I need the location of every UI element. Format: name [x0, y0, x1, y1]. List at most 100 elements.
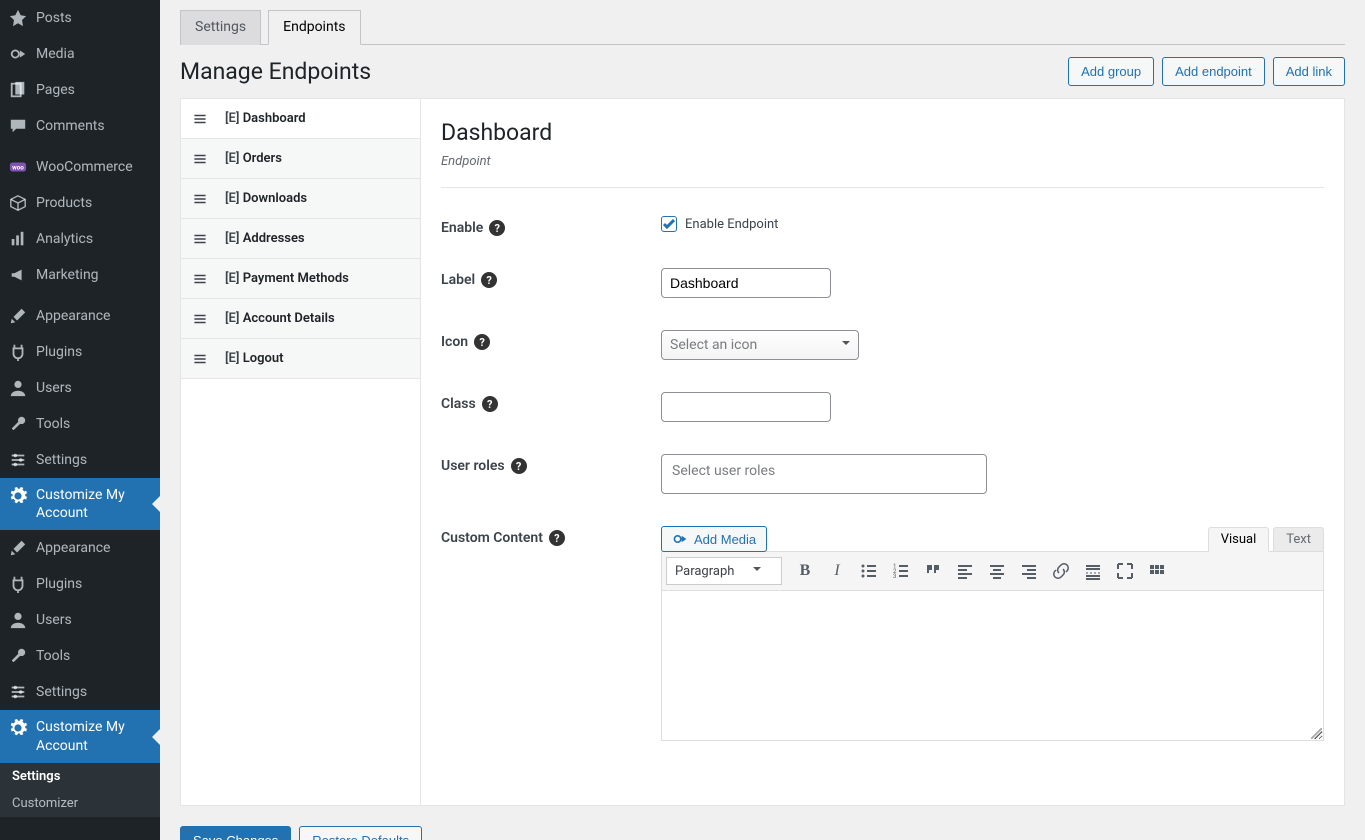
icon-select[interactable]: Select an icon	[661, 330, 859, 360]
help-icon[interactable]: ?	[549, 530, 565, 546]
user-icon	[8, 610, 28, 630]
box-icon	[8, 193, 28, 213]
sidebar-item-tools-2[interactable]: Tools	[0, 638, 160, 674]
drag-handle-icon[interactable]	[193, 152, 207, 166]
sidebar-submenu: Settings Customizer	[0, 763, 160, 817]
toolbar-toggle-button[interactable]	[1142, 556, 1172, 586]
sidebar-item-customize-my-account-2[interactable]: Customize My Account	[0, 710, 160, 762]
help-icon[interactable]: ?	[481, 272, 497, 288]
sidebar-item-settings-2[interactable]: Settings	[0, 674, 160, 710]
sidebar-item-analytics[interactable]: Analytics	[0, 221, 160, 257]
icon-label: Icon ?	[441, 330, 661, 350]
fullscreen-button[interactable]	[1110, 556, 1140, 586]
class-label: Class ?	[441, 392, 661, 412]
sidebar-item-posts[interactable]: Posts	[0, 0, 160, 36]
analytics-icon	[8, 229, 28, 249]
detail-title: Dashboard	[441, 119, 1324, 146]
editor-toolbar: Paragraph B I 123	[661, 551, 1324, 591]
drag-handle-icon[interactable]	[193, 312, 207, 326]
sidebar-item-settings[interactable]: Settings	[0, 442, 160, 478]
bold-button[interactable]: B	[790, 556, 820, 586]
sidebar-item-appearance[interactable]: Appearance	[0, 298, 160, 334]
gear-icon	[8, 718, 28, 738]
pages-icon	[8, 80, 28, 100]
sidebar-item-tools[interactable]: Tools	[0, 406, 160, 442]
sidebar-item-marketing[interactable]: Marketing	[0, 257, 160, 293]
media-icon	[672, 531, 688, 547]
media-icon	[8, 44, 28, 64]
sidebar-item-plugins-2[interactable]: Plugins	[0, 566, 160, 602]
sidebar-item-appearance-2[interactable]: Appearance	[0, 530, 160, 566]
sidebar-item-products[interactable]: Products	[0, 185, 160, 221]
page-tabs: Settings Endpoints	[180, 9, 1345, 45]
gear-icon	[8, 486, 28, 506]
svg-text:woo: woo	[12, 164, 24, 172]
custom-content-label: Custom Content ?	[441, 526, 661, 546]
sidebar-item-comments[interactable]: Comments	[0, 108, 160, 144]
chevron-down-icon	[842, 341, 850, 349]
editor-tab-text[interactable]: Text	[1273, 527, 1324, 552]
endpoint-item-addresses[interactable]: [E] Addresses	[181, 219, 420, 259]
drag-handle-icon[interactable]	[193, 352, 207, 366]
user-roles-select[interactable]: Select user roles	[661, 454, 987, 494]
help-icon[interactable]: ?	[474, 334, 490, 350]
endpoint-item-logout[interactable]: [E] Logout	[181, 339, 420, 379]
endpoints-list: [E] Dashboard [E] Orders [E] Downloads […	[181, 99, 421, 805]
brush-icon	[8, 538, 28, 558]
tab-settings[interactable]: Settings	[180, 10, 261, 45]
sidebar-item-users-2[interactable]: Users	[0, 602, 160, 638]
format-select[interactable]: Paragraph	[666, 557, 782, 585]
drag-handle-icon[interactable]	[193, 272, 207, 286]
restore-defaults-button[interactable]: Restore Defaults	[299, 826, 422, 840]
blockquote-button[interactable]	[918, 556, 948, 586]
help-icon[interactable]: ?	[511, 458, 527, 474]
help-icon[interactable]: ?	[482, 396, 498, 412]
brush-icon	[8, 306, 28, 326]
enable-endpoint-checkbox-label: Enable Endpoint	[685, 217, 778, 232]
add-link-button[interactable]: Add link	[1273, 57, 1345, 86]
italic-button[interactable]: I	[822, 556, 852, 586]
enable-endpoint-checkbox[interactable]	[661, 216, 677, 232]
chevron-down-icon	[753, 567, 761, 575]
help-icon[interactable]: ?	[489, 220, 505, 236]
sidebar-item-woocommerce[interactable]: woo WooCommerce	[0, 149, 160, 185]
numbered-list-button[interactable]: 123	[886, 556, 916, 586]
tab-endpoints[interactable]: Endpoints	[268, 10, 360, 45]
align-left-button[interactable]	[950, 556, 980, 586]
add-media-button[interactable]: Add Media	[661, 526, 767, 552]
bullet-list-button[interactable]	[854, 556, 884, 586]
add-group-button[interactable]: Add group	[1068, 57, 1154, 86]
sidebar-sub-settings[interactable]: Settings	[0, 763, 160, 790]
sidebar-item-pages[interactable]: Pages	[0, 72, 160, 108]
main-content: Settings Endpoints Manage Endpoints Add …	[160, 0, 1365, 840]
link-button[interactable]	[1046, 556, 1076, 586]
sliders-icon	[8, 682, 28, 702]
class-input[interactable]	[661, 392, 831, 422]
drag-handle-icon[interactable]	[193, 192, 207, 206]
endpoint-item-downloads[interactable]: [E] Downloads	[181, 179, 420, 219]
sidebar-sub-customizer[interactable]: Customizer	[0, 790, 160, 817]
label-input[interactable]	[661, 268, 831, 298]
plugin-icon	[8, 574, 28, 594]
save-changes-button[interactable]: Save Changes	[180, 826, 291, 840]
align-center-button[interactable]	[982, 556, 1012, 586]
content-editor[interactable]	[661, 591, 1324, 741]
sidebar-item-plugins[interactable]: Plugins	[0, 334, 160, 370]
sidebar-item-media[interactable]: Media	[0, 36, 160, 72]
align-right-button[interactable]	[1014, 556, 1044, 586]
sidebar-item-users[interactable]: Users	[0, 370, 160, 406]
endpoint-item-orders[interactable]: [E] Orders	[181, 139, 420, 179]
sidebar-item-customize-my-account[interactable]: Customize My Account	[0, 478, 160, 530]
label-label: Label ?	[441, 268, 661, 288]
plugin-icon	[8, 342, 28, 362]
drag-handle-icon[interactable]	[193, 232, 207, 246]
endpoint-item-payment-methods[interactable]: [E] Payment Methods	[181, 259, 420, 299]
add-endpoint-button[interactable]: Add endpoint	[1162, 57, 1265, 86]
read-more-button[interactable]	[1078, 556, 1108, 586]
megaphone-icon	[8, 265, 28, 285]
drag-handle-icon[interactable]	[193, 112, 207, 126]
endpoint-item-account-details[interactable]: [E] Account Details	[181, 299, 420, 339]
endpoint-item-dashboard[interactable]: [E] Dashboard	[181, 99, 420, 139]
editor-tab-visual[interactable]: Visual	[1208, 527, 1270, 552]
comment-icon	[8, 116, 28, 136]
